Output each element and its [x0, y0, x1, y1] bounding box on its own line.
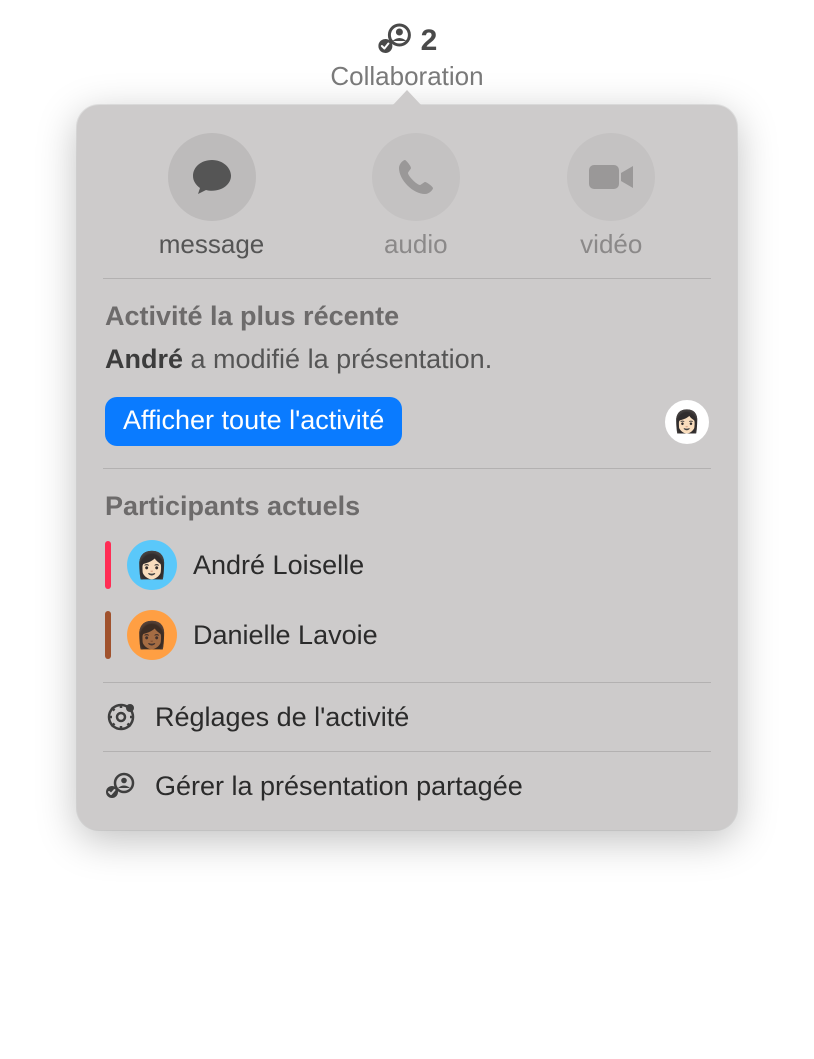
participants-section: Participants actuels 👩🏻 André Loiselle 👩… [77, 469, 737, 682]
participant-name: Danielle Lavoie [193, 620, 378, 651]
participant-list: 👩🏻 André Loiselle 👩🏾 Danielle Lavoie [105, 540, 709, 660]
audio-label: audio [384, 229, 448, 260]
recent-actor-avatar: 👩🏻 [665, 400, 709, 444]
recent-activity-title: Activité la plus récente [105, 301, 709, 332]
message-icon [168, 133, 256, 221]
participant-avatar: 👩🏾 [127, 610, 177, 660]
collaborators-indicator: 2 [330, 22, 483, 59]
video-button[interactable]: vidéo [567, 133, 655, 260]
activity-description: André a modifié la présentation. [105, 344, 709, 375]
collaborators-count: 2 [421, 24, 438, 58]
video-icon [567, 133, 655, 221]
video-label: vidéo [580, 229, 642, 260]
participant-color-bar [105, 541, 111, 589]
audio-button[interactable]: audio [372, 133, 460, 260]
recent-activity-section: Activité la plus récente André a modifié… [77, 279, 737, 468]
contact-actions: message audio vidéo [77, 133, 737, 278]
participant-name: André Loiselle [193, 550, 364, 581]
show-all-activity-button[interactable]: Afficher toute l'activité [105, 397, 402, 446]
phone-icon [372, 133, 460, 221]
collaboration-toolbar-button[interactable]: 2 Collaboration [330, 22, 483, 92]
participants-title: Participants actuels [105, 491, 709, 522]
activity-actor: André [105, 344, 183, 374]
message-button[interactable]: message [159, 133, 265, 260]
message-label: message [159, 229, 265, 260]
activity-settings-label: Réglages de l'activité [155, 702, 409, 733]
activity-settings-item[interactable]: Réglages de l'activité [103, 682, 711, 751]
manage-shared-item[interactable]: Gérer la présentation partagée [103, 751, 711, 820]
participant-color-bar [105, 611, 111, 659]
participant-avatar: 👩🏻 [127, 540, 177, 590]
collaborators-icon [377, 22, 417, 59]
collaboration-label: Collaboration [330, 61, 483, 92]
popover-arrow [392, 90, 422, 106]
participant-item[interactable]: 👩🏾 Danielle Lavoie [105, 610, 709, 660]
manage-shared-label: Gérer la présentation partagée [155, 771, 523, 802]
collaboration-popover: message audio vidéo [77, 105, 737, 830]
activity-text: a modifié la présentation. [183, 344, 492, 374]
gear-badge-icon [105, 701, 137, 733]
participant-item[interactable]: 👩🏻 André Loiselle [105, 540, 709, 590]
footer-options: Réglages de l'activité Gérer la présenta… [77, 682, 737, 820]
manage-share-icon [105, 770, 137, 802]
